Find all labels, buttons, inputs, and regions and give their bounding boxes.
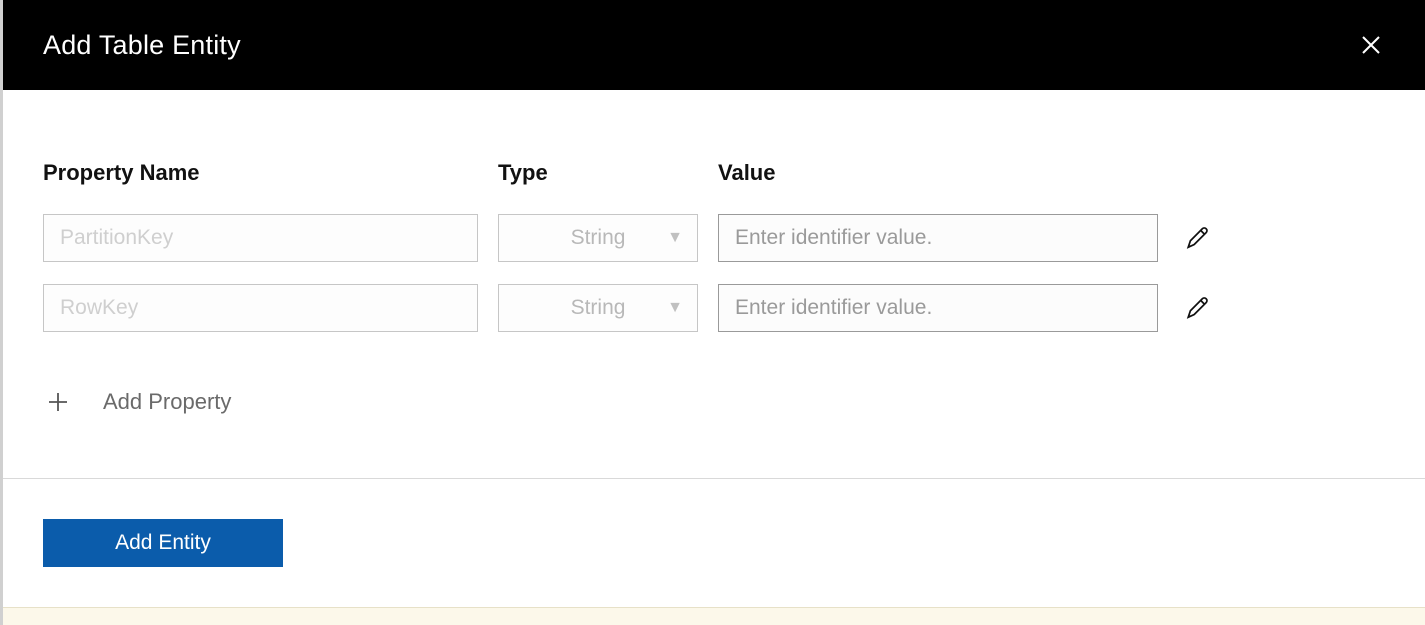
column-header-value: Value <box>718 160 1158 192</box>
property-name-placeholder: PartitionKey <box>60 226 173 250</box>
chevron-down-icon: ▼ <box>667 229 683 247</box>
pencil-icon <box>1185 225 1211 251</box>
dialog-footer: Add Entity <box>3 478 1425 607</box>
status-bar <box>3 607 1425 625</box>
property-type-select-rowkey[interactable]: String ▼ <box>498 284 698 332</box>
pencil-icon <box>1185 295 1211 321</box>
property-name-placeholder: RowKey <box>60 296 138 320</box>
property-type-display: String <box>571 296 626 320</box>
edit-button-partitionkey[interactable] <box>1178 218 1218 258</box>
property-name-input-partitionkey[interactable]: PartitionKey <box>43 214 478 262</box>
dialog-header: Add Table Entity <box>3 0 1425 90</box>
property-value-placeholder: Enter identifier value. <box>735 296 932 320</box>
add-table-entity-dialog: Add Table Entity Property Name Type Valu… <box>0 0 1425 625</box>
add-property-label: Add Property <box>103 389 231 415</box>
add-property-button[interactable]: Add Property <box>43 387 1385 417</box>
properties-grid: Property Name Type Value PartitionKey St… <box>43 160 1385 332</box>
property-name-input-rowkey[interactable]: RowKey <box>43 284 478 332</box>
add-entity-button[interactable]: Add Entity <box>43 519 283 567</box>
close-button[interactable] <box>1357 31 1385 59</box>
column-header-name: Property Name <box>43 160 478 192</box>
column-header-type: Type <box>498 160 698 192</box>
plus-icon <box>43 387 73 417</box>
property-type-display: String <box>571 226 626 250</box>
close-icon <box>1360 34 1382 56</box>
property-type-select-partitionkey[interactable]: String ▼ <box>498 214 698 262</box>
property-value-input-rowkey[interactable]: Enter identifier value. <box>718 284 1158 332</box>
dialog-title: Add Table Entity <box>43 30 241 61</box>
edit-button-rowkey[interactable] <box>1178 288 1218 328</box>
chevron-down-icon: ▼ <box>667 299 683 317</box>
dialog-body: Property Name Type Value PartitionKey St… <box>3 90 1425 478</box>
property-value-input-partitionkey[interactable]: Enter identifier value. <box>718 214 1158 262</box>
property-value-placeholder: Enter identifier value. <box>735 226 932 250</box>
